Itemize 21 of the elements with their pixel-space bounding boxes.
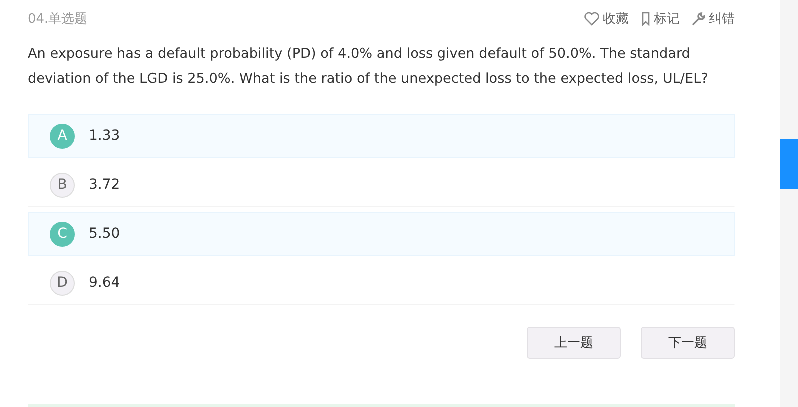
wrench-link[interactable]: 纠错 [692, 10, 735, 28]
option-text: 3.72 [89, 177, 120, 193]
answer-option[interactable]: A 1.33 [28, 114, 735, 158]
answer-option[interactable]: C 5.50 [28, 212, 735, 256]
option-text: 1.33 [89, 128, 120, 144]
previous-button[interactable]: 上一题 [527, 327, 621, 359]
heart-icon [584, 12, 600, 26]
option-text: 5.50 [89, 226, 120, 242]
option-letter: D [50, 270, 75, 296]
option-letter: A [50, 124, 75, 148]
bookmark-link[interactable]: 标记 [641, 10, 680, 28]
bookmark-icon [641, 12, 651, 26]
question-text: An exposure has a default probability (PD) of 4.0% and loss given default of 50.0%. The standard deviation of the LGD is 25.0%. What is the ratio of the unexpected loss to the expected loss, UL/EL? [28, 45, 710, 89]
question-number: 04.单选题 [28, 11, 88, 28]
side-tab[interactable] [780, 139, 798, 189]
option-text: 9.64 [89, 275, 120, 291]
wrench-icon [692, 12, 706, 26]
favorite-link[interactable]: 收藏 [584, 10, 629, 28]
option-letter: C [50, 222, 75, 246]
next-button[interactable]: 下一题 [641, 327, 735, 359]
option-letter: B [50, 172, 75, 198]
